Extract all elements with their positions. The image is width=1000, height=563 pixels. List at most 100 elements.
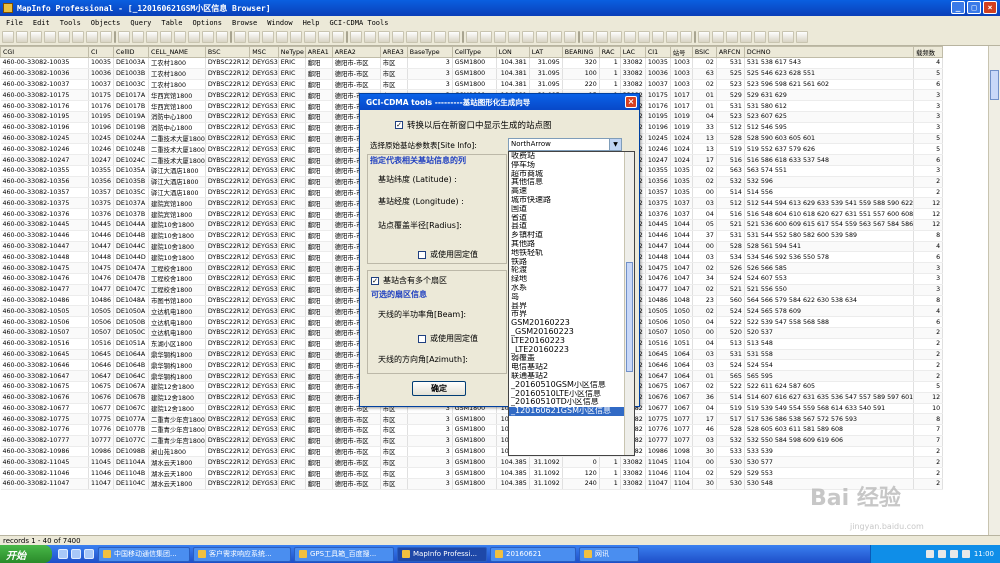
toolbar-tool-icon[interactable]	[234, 31, 246, 43]
toolbar-tool-icon[interactable]	[596, 31, 608, 43]
toolbar-tool-icon[interactable]	[680, 31, 692, 43]
taskbar-task-button[interactable]: MapInfo Professi...	[397, 546, 487, 562]
quick-launch-icon[interactable]	[84, 549, 94, 559]
toolbar-tool-icon[interactable]	[536, 31, 548, 43]
column-header[interactable]: CI	[87, 46, 115, 58]
dropdown-option[interactable]: _20160510TD小区信息	[509, 398, 634, 407]
column-header[interactable]: MSC	[249, 46, 279, 58]
toolbar-tool-icon[interactable]	[146, 31, 158, 43]
dropdown-option[interactable]: 国道	[509, 205, 634, 214]
menu-item[interactable]: Window	[267, 19, 292, 27]
toolbar-tool-icon[interactable]	[188, 31, 200, 43]
toolbar-tool-icon[interactable]	[550, 31, 562, 43]
toolbar-tool-icon[interactable]	[448, 31, 460, 43]
toolbar-tool-icon[interactable]	[378, 31, 390, 43]
toolbar-tool-icon[interactable]	[522, 31, 534, 43]
dropdown-option[interactable]: 电信基站2	[509, 363, 634, 372]
toolbar-tool-icon[interactable]	[350, 31, 362, 43]
tray-icon[interactable]	[925, 550, 934, 558]
column-header[interactable]: RAC	[598, 46, 621, 58]
table-row[interactable]: 460-00-33082-11045 11045 DE1104A 湖水云天1800 DY…	[0, 456, 944, 469]
toolbar-tool-icon[interactable]	[740, 31, 752, 43]
toolbar-tool-icon[interactable]	[698, 31, 710, 43]
start-button[interactable]: 开始	[0, 545, 52, 563]
toolbar-tool-icon[interactable]	[216, 31, 228, 43]
dropdown-option[interactable]: 其他路	[509, 240, 634, 249]
menu-item[interactable]: GCI-CDMA Tools	[329, 19, 388, 27]
column-header[interactable]: BEARING	[561, 46, 600, 58]
toolbar-tool-icon[interactable]	[174, 31, 186, 43]
column-header[interactable]: CellID	[113, 46, 150, 58]
taskbar-task-button[interactable]: 网讯	[579, 546, 639, 562]
column-header[interactable]: 站号	[669, 46, 693, 58]
column-header[interactable]: BSIC	[691, 46, 717, 58]
minimize-button[interactable]: _	[951, 1, 965, 14]
menu-item[interactable]: Table	[161, 19, 182, 27]
toolbar-tool-icon[interactable]	[318, 31, 330, 43]
toolbar-tool-icon[interactable]	[160, 31, 172, 43]
taskbar-task-button[interactable]: 客户需求响应系统...	[193, 546, 291, 562]
toolbar-tool-icon[interactable]	[666, 31, 678, 43]
quick-launch-icon[interactable]	[58, 549, 68, 559]
table-row[interactable]: 460-00-33082-10775 10775 DE1077A 二重青少年宫1800…	[0, 413, 944, 426]
taskbar-task-button[interactable]: GPS工具箱_百度搜...	[294, 546, 394, 562]
table-row[interactable]: 460-00-33082-10035 10035 DE1003A 工农村1800 DYB…	[0, 57, 944, 69]
toolbar-tool-icon[interactable]	[290, 31, 302, 43]
column-header[interactable]: LAT	[528, 46, 563, 58]
tray-icon[interactable]	[949, 550, 958, 558]
toolbar-tool-icon[interactable]	[304, 31, 316, 43]
column-header[interactable]: AREA3	[379, 46, 408, 58]
toolbar-tool-icon[interactable]	[406, 31, 418, 43]
quick-launch-icon[interactable]	[71, 549, 81, 559]
menu-item[interactable]: Options	[192, 19, 222, 27]
column-header[interactable]: AREA2	[331, 46, 381, 58]
toolbar-tool-icon[interactable]	[72, 31, 84, 43]
toolbar-tool-icon[interactable]	[624, 31, 636, 43]
column-header[interactable]: DCHNO	[743, 46, 915, 58]
dropdown-option[interactable]: 高速	[509, 187, 634, 196]
toolbar-tool-icon[interactable]	[392, 31, 404, 43]
toolbar-tool-icon[interactable]	[782, 31, 794, 43]
tray-icon[interactable]	[961, 550, 970, 558]
column-header[interactable]: ARFCN	[715, 46, 745, 58]
menu-item[interactable]: Help	[303, 19, 320, 27]
toolbar-tool-icon[interactable]	[434, 31, 446, 43]
dropdown-option[interactable]: 铁路	[509, 258, 634, 267]
toolbar-tool-icon[interactable]	[276, 31, 288, 43]
column-header[interactable]: AREA1	[304, 46, 333, 58]
menu-item[interactable]: File	[6, 19, 23, 27]
toolbar-tool-icon[interactable]	[364, 31, 376, 43]
menu-item[interactable]: Query	[130, 19, 151, 27]
column-header[interactable]: LAC	[619, 46, 646, 58]
dropdown-scrollbar[interactable]	[624, 152, 634, 455]
table-row[interactable]: 460-00-33082-10986 10986 DE1098B 昶山苑1800 DYB…	[0, 446, 944, 458]
show-result-checkbox[interactable]: ✓	[395, 121, 403, 129]
column-header[interactable]: CI1	[644, 46, 671, 58]
table-row[interactable]: 460-00-33082-10037 10037 DE1003C 工农村1800 DYB…	[0, 79, 944, 91]
dropdown-option[interactable]: 轮渡	[509, 266, 634, 275]
toolbar-tool-icon[interactable]	[58, 31, 70, 43]
dropdown-option[interactable]: 联通基站2	[509, 372, 634, 381]
table-row[interactable]: 460-00-33082-11047 11047 DE1104C 湖水云天1800 DY…	[0, 478, 944, 490]
toolbar-tool-icon[interactable]	[652, 31, 664, 43]
dropdown-option[interactable]: 绿地	[509, 275, 634, 284]
column-header[interactable]: NeType	[277, 46, 306, 58]
maximize-button[interactable]: □	[967, 1, 981, 14]
toolbar-tool-icon[interactable]	[712, 31, 724, 43]
close-button[interactable]: ×	[983, 1, 997, 14]
dropdown-option[interactable]: _20160510LTE小区信息	[509, 390, 634, 399]
toolbar-tool-icon[interactable]	[768, 31, 780, 43]
taskbar-task-button[interactable]: 20160621	[490, 546, 576, 562]
toolbar-tool-icon[interactable]	[480, 31, 492, 43]
dropdown-option[interactable]: _GSM20160223	[509, 328, 634, 337]
toolbar-tool-icon[interactable]	[30, 31, 42, 43]
dropdown-option[interactable]: _20160510GSM小区信息	[509, 381, 634, 390]
toolbar-tool-icon[interactable]	[726, 31, 738, 43]
toolbar-tool-icon[interactable]	[610, 31, 622, 43]
grid-vertical-scrollbar[interactable]	[988, 46, 1000, 535]
table-row[interactable]: 460-00-33082-10776 10776 DE1077B 二重青少年宫1800…	[0, 424, 944, 436]
dropdown-option[interactable]: 收费站	[509, 152, 634, 161]
column-header[interactable]: CellType	[451, 46, 497, 58]
toolbar-tool-icon[interactable]	[582, 31, 594, 43]
toolbar-tool-icon[interactable]	[564, 31, 576, 43]
